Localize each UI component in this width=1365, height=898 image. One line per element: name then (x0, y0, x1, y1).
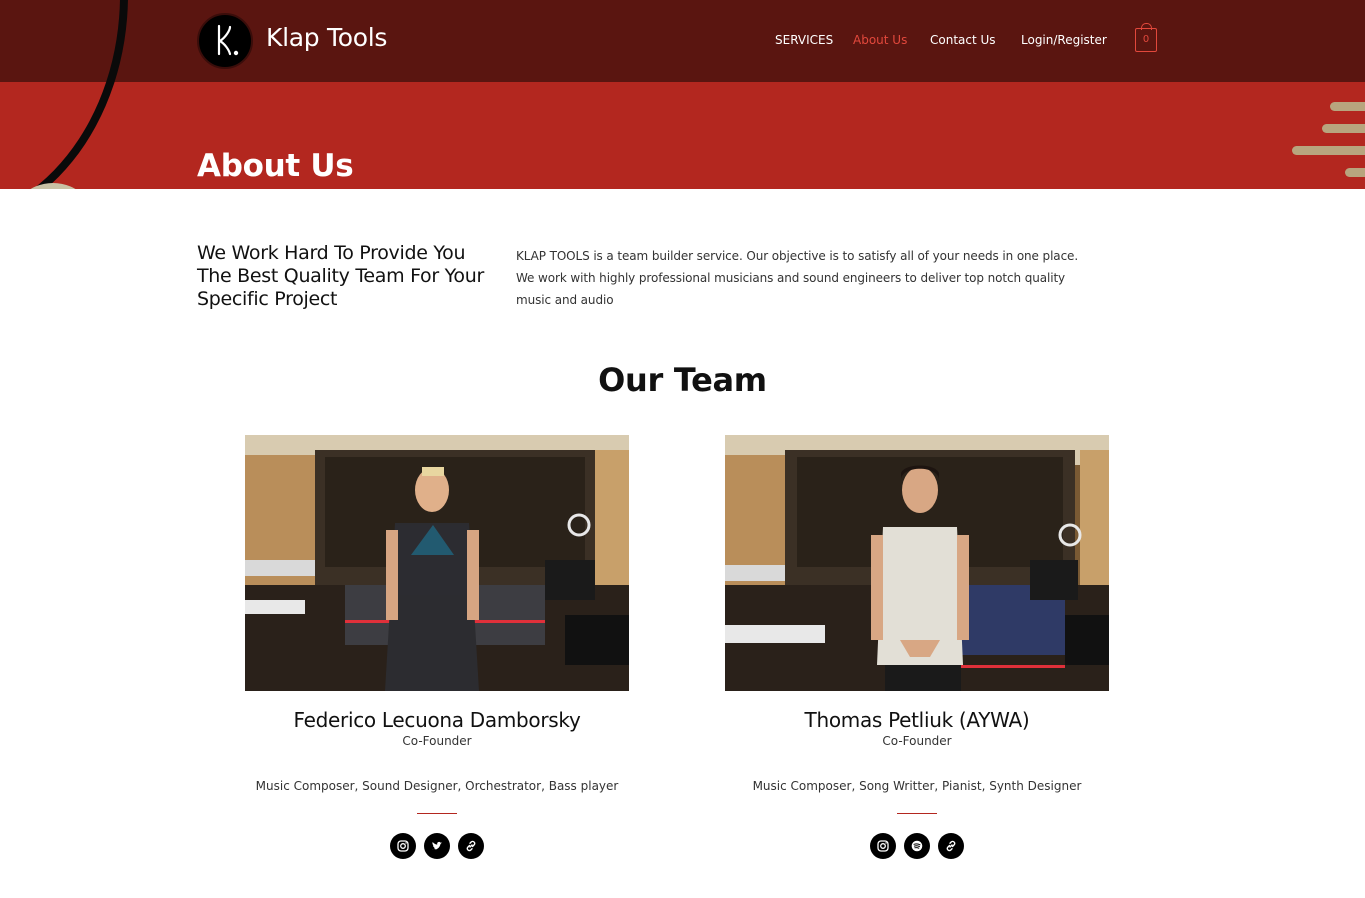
team-section-title: Our Team (598, 361, 767, 399)
twitter-icon[interactable] (424, 833, 450, 859)
team-member-card: Federico Lecuona Damborsky Co-Founder Mu… (245, 435, 629, 859)
decorative-arc (0, 0, 128, 82)
social-links (245, 833, 629, 859)
social-links (725, 833, 1109, 859)
intro-heading: We Work Hard To Provide You The Best Qua… (197, 242, 484, 310)
page-title: About Us (197, 148, 354, 184)
decorative-arc (0, 82, 128, 189)
team-member-role: Co-Founder (402, 734, 472, 748)
nav-contact-us[interactable]: Contact Us (930, 33, 996, 47)
cart-icon[interactable]: 0 (1135, 23, 1157, 52)
divider (897, 813, 937, 814)
decorative-line (1330, 102, 1365, 111)
link-icon[interactable] (458, 833, 484, 859)
cart-count: 0 (1142, 34, 1150, 45)
link-icon[interactable] (938, 833, 964, 859)
team-member-role: Co-Founder (882, 734, 952, 748)
team-member-description: Music Composer, Song Writter, Pianist, S… (752, 779, 1082, 793)
nav-login-register[interactable]: Login/Register (1021, 33, 1107, 47)
team-member-photo (725, 435, 1109, 691)
team-member-description: Music Composer, Sound Designer, Orchestr… (255, 779, 619, 793)
brand-logo[interactable] (197, 13, 253, 69)
team-member-card: Thomas Petliuk (AYWA) Co-Founder Music C… (725, 435, 1109, 859)
intro-text: KLAP TOOLS is a team builder service. Ou… (516, 249, 1079, 307)
instagram-icon[interactable] (390, 833, 416, 859)
team-member-name: Federico Lecuona Damborsky (293, 708, 581, 732)
site-header: Klap Tools SERVICES About Us Contact Us … (0, 0, 1365, 82)
nav-services[interactable]: SERVICES (775, 33, 833, 47)
team-member-photo (245, 435, 629, 691)
nav-about-us[interactable]: About Us (853, 33, 907, 47)
decorative-line (1322, 124, 1365, 133)
spotify-icon[interactable] (904, 833, 930, 859)
decorative-line (1345, 168, 1365, 177)
divider (417, 813, 457, 814)
logo-k-icon (217, 24, 239, 56)
brand-name[interactable]: Klap Tools (266, 23, 387, 52)
instagram-icon[interactable] (870, 833, 896, 859)
team-member-name: Thomas Petliuk (AYWA) (804, 708, 1030, 732)
decorative-line (1292, 146, 1365, 155)
